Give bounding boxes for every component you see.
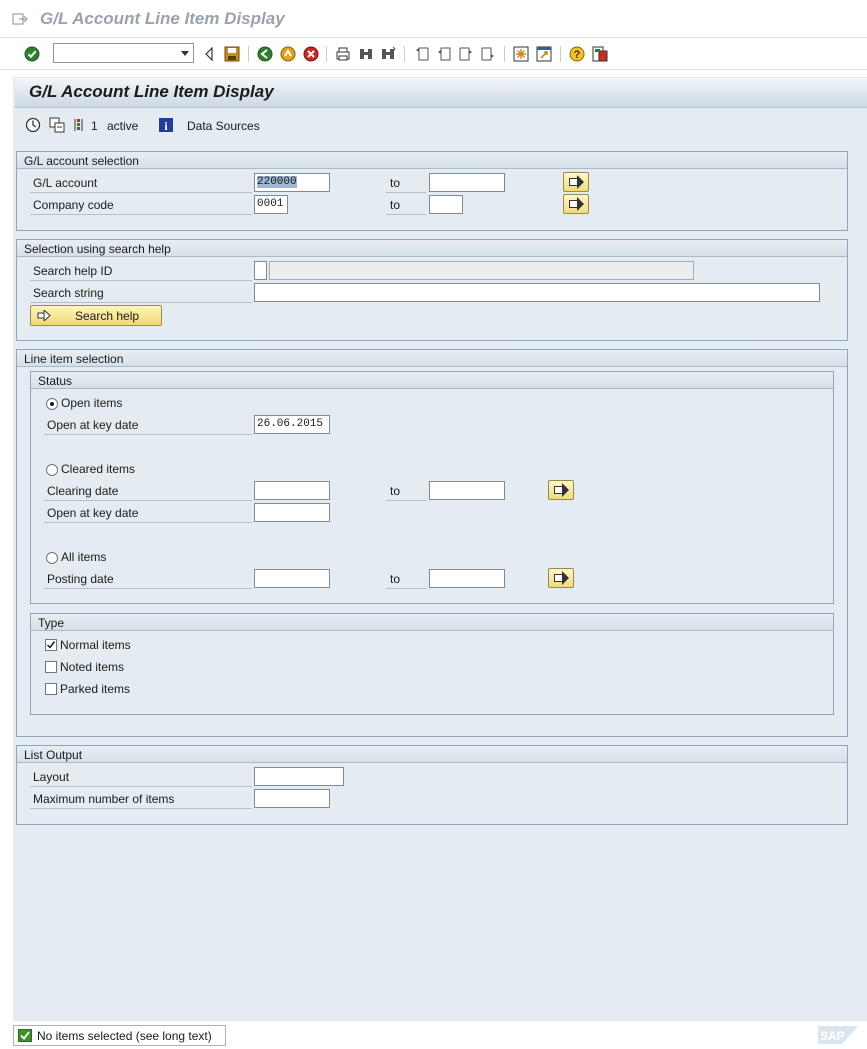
max-items-label: Maximum number of items (33, 792, 175, 806)
help-icon[interactable]: ? (568, 45, 586, 63)
parked-items-checkbox[interactable] (45, 683, 57, 695)
all-items-label: All items (61, 550, 107, 564)
group-header: Selection using search help (17, 240, 847, 257)
info-icon[interactable]: i (157, 116, 175, 134)
status-message[interactable]: No items selected (see long text) (13, 1025, 226, 1046)
sap-logo-icon: SAP (818, 1026, 858, 1044)
new-session-icon[interactable] (512, 45, 530, 63)
posting-date-to-input[interactable] (429, 569, 505, 588)
search-help-button[interactable]: Search help (30, 305, 162, 326)
back-icon[interactable] (256, 45, 274, 63)
open-items-label: Open items (61, 396, 123, 410)
success-icon (18, 1029, 32, 1042)
open-key-date-input[interactable]: 26.06.2015 (254, 415, 330, 434)
status-message-text: No items selected (see long text) (37, 1029, 212, 1043)
to-label: to (390, 484, 401, 498)
menu-icon[interactable] (12, 12, 28, 26)
chevron-down-icon[interactable] (181, 51, 189, 56)
svg-text:SAP: SAP (820, 1029, 845, 1043)
to-label: to (390, 198, 401, 212)
posting-date-multiple-selection-button[interactable] (548, 568, 574, 588)
company-code-from-input[interactable]: 0001 (254, 195, 288, 214)
clearing-date-multiple-selection-button[interactable] (548, 480, 574, 500)
gl-account-label: G/L account (33, 176, 98, 190)
cleared-open-key-date-input[interactable] (254, 503, 330, 522)
list-output-group: List Output (16, 745, 848, 825)
variants-icon[interactable] (48, 116, 66, 134)
clearing-date-from-input[interactable] (254, 481, 330, 500)
normal-items-label: Normal items (60, 638, 131, 652)
gl-account-to-input[interactable] (429, 173, 505, 192)
search-help-description-field (269, 261, 694, 280)
to-label: to (390, 572, 401, 586)
exit-icon[interactable] (279, 45, 297, 63)
enter-icon[interactable] (23, 45, 41, 63)
cancel-icon[interactable] (302, 45, 320, 63)
group-header: List Output (17, 746, 847, 763)
window-title-bar: G/L Account Line Item Display (0, 0, 867, 38)
cleared-items-label: Cleared items (61, 462, 136, 476)
company-code-to-input[interactable] (429, 195, 463, 214)
search-string-label: Search string (33, 286, 104, 300)
window-title: G/L Account Line Item Display (40, 9, 285, 28)
find-icon[interactable] (357, 45, 375, 63)
subgroup-header: Type (31, 614, 833, 631)
active-label[interactable]: active (107, 119, 138, 133)
status-bar: No items selected (see long text) SAP (0, 1021, 867, 1049)
posting-date-label: Posting date (47, 572, 114, 586)
gl-account-multiple-selection-button[interactable] (563, 172, 589, 192)
previous-page-icon[interactable] (435, 45, 453, 63)
svg-text:?: ? (574, 49, 581, 61)
company-code-label: Company code (33, 198, 114, 212)
gl-account-from-input[interactable]: 220000 (254, 173, 330, 192)
cleared-open-at-key-date-label: Open at key date (47, 506, 139, 520)
checkmark-icon (46, 641, 56, 649)
page-title-bar: G/L Account Line Item Display (15, 78, 867, 108)
data-sources-button[interactable]: Data Sources (187, 119, 260, 133)
search-help-id-input[interactable] (254, 261, 267, 280)
shortcut-icon[interactable] (535, 45, 553, 63)
cleared-items-radio[interactable] (46, 464, 58, 476)
type-subgroup: Type (30, 613, 834, 715)
noted-items-checkbox[interactable] (45, 661, 57, 673)
normal-items-checkbox[interactable] (45, 639, 57, 651)
open-items-radio[interactable] (46, 398, 58, 410)
page-title: G/L Account Line Item Display (29, 82, 274, 101)
selection-count: 1 (91, 119, 98, 133)
command-field[interactable] (53, 43, 194, 63)
parked-items-label: Parked items (60, 682, 131, 696)
print-icon[interactable] (334, 45, 352, 63)
next-page-icon[interactable] (457, 45, 475, 63)
find-next-icon[interactable] (379, 45, 397, 63)
first-page-icon[interactable] (413, 45, 431, 63)
customize-layout-icon[interactable] (591, 45, 609, 63)
search-help-id-label: Search help ID (33, 264, 113, 278)
execute-icon[interactable] (24, 116, 42, 134)
to-label: to (390, 176, 401, 190)
search-help-button-label: Search help (75, 309, 140, 323)
group-header: G/L account selection (17, 152, 847, 169)
clearing-date-to-input[interactable] (429, 481, 505, 500)
arrow-right-icon (37, 310, 51, 321)
selection-icon[interactable] (73, 116, 91, 134)
search-string-input[interactable] (254, 283, 820, 302)
max-items-input[interactable] (254, 789, 330, 808)
layout-input[interactable] (254, 767, 344, 786)
clearing-date-label: Clearing date (47, 484, 119, 498)
all-items-radio[interactable] (46, 552, 58, 564)
open-at-key-date-label: Open at key date (47, 418, 139, 432)
last-page-icon[interactable] (479, 45, 497, 63)
collapse-arrow-icon[interactable] (200, 45, 218, 63)
layout-label: Layout (33, 770, 70, 784)
save-icon[interactable] (223, 45, 241, 63)
subgroup-header: Status (31, 372, 833, 389)
system-toolbar: ? (0, 38, 867, 70)
posting-date-from-input[interactable] (254, 569, 330, 588)
application-toolbar: 1 active i Data Sources (15, 109, 867, 141)
noted-items-label: Noted items (60, 660, 125, 674)
group-header: Line item selection (17, 350, 847, 367)
company-code-multiple-selection-button[interactable] (563, 194, 589, 214)
